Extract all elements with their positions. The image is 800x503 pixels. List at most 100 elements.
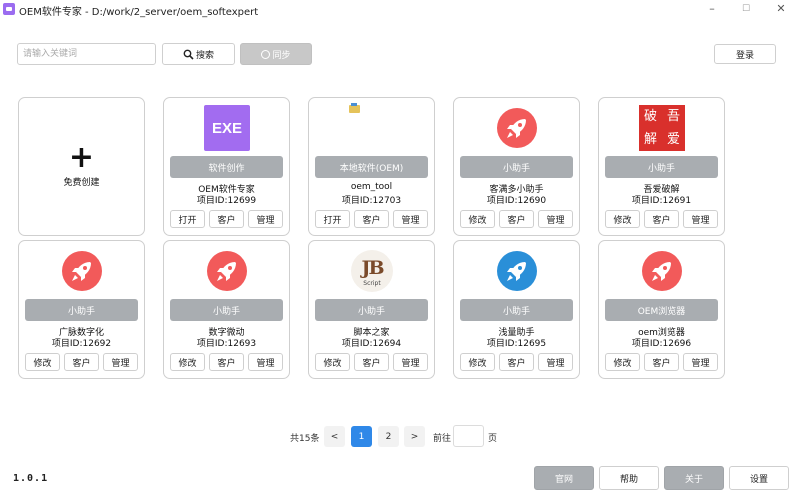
title-bar: OEM软件专家 - D:/work/2_server/oem_softexper… — [0, 0, 800, 20]
goto-page-input[interactable] — [453, 425, 484, 447]
plus-icon: + — [68, 140, 95, 175]
exe-icon-text: EXE — [204, 105, 250, 151]
project-name: oem_tool — [350, 182, 393, 192]
action-primary-button[interactable]: 修改 — [315, 353, 350, 371]
seal-char: 吾 — [666, 109, 680, 124]
project-card: 小助手 客满多小助手 项目ID:12690 修改 客户 管理 — [453, 97, 580, 236]
project-id: 项目ID:12694 — [341, 339, 402, 349]
rocket-icon — [638, 247, 686, 295]
jb-logo-subtext: Script — [363, 280, 381, 287]
manage-button[interactable]: 管理 — [393, 353, 428, 371]
create-card[interactable]: + 免费创建 — [18, 97, 145, 236]
help-button[interactable]: 帮助 — [599, 466, 659, 490]
category-button[interactable]: 小助手 — [170, 299, 283, 321]
action-primary-button[interactable]: 打开 — [170, 210, 205, 228]
client-button[interactable]: 客户 — [209, 353, 244, 371]
minimize-button[interactable]: – — [697, 0, 727, 20]
manage-button[interactable]: 管理 — [538, 210, 573, 228]
next-page-button[interactable]: > — [404, 426, 425, 447]
goto-label: 前往 — [433, 434, 452, 444]
window-title: OEM软件专家 - D:/work/2_server/oem_softexper… — [19, 7, 259, 18]
project-card: 小助手 浅量助手 项目ID:12695 修改 客户 管理 — [453, 240, 580, 379]
search-icon — [183, 49, 194, 60]
client-button[interactable]: 客户 — [499, 210, 534, 228]
seal-char: 破 — [643, 109, 657, 124]
seal-char: 爱 — [666, 132, 680, 147]
category-button[interactable]: OEM浏览器 — [605, 299, 718, 321]
project-id: 项目ID:12693 — [196, 339, 257, 349]
project-id: 项目ID:12696 — [631, 339, 692, 349]
sync-button[interactable]: 同步 — [240, 43, 312, 65]
rocket-icon — [493, 247, 541, 295]
project-id: 项目ID:12703 — [341, 196, 402, 206]
about-button[interactable]: 关于 — [664, 466, 724, 490]
manage-button[interactable]: 管理 — [683, 353, 718, 371]
category-button[interactable]: 小助手 — [315, 299, 428, 321]
action-primary-button[interactable]: 修改 — [170, 353, 205, 371]
project-card: 本地软件(OEM) oem_tool 项目ID:12703 打开 客户 管理 — [308, 97, 435, 236]
seal-char: 解 — [643, 132, 657, 147]
manage-button[interactable]: 管理 — [538, 353, 573, 371]
client-button[interactable]: 客户 — [354, 353, 389, 371]
project-card: 小助手 广脉数字化 项目ID:12692 修改 客户 管理 — [18, 240, 145, 379]
project-id: 项目ID:12695 — [486, 339, 547, 349]
version-label: 1.0.1 — [13, 473, 49, 484]
search-input[interactable] — [17, 43, 156, 65]
search-button-label: 搜索 — [195, 50, 214, 61]
create-label: 免费创建 — [63, 178, 100, 188]
folder-icon — [349, 103, 360, 113]
pagination-total: 共15条 — [290, 434, 320, 444]
project-id: 项目ID:12692 — [51, 339, 112, 349]
category-button[interactable]: 小助手 — [605, 156, 718, 178]
maximize-button[interactable]: ☐ — [731, 0, 761, 20]
search-button[interactable]: 搜索 — [162, 43, 235, 65]
manage-button[interactable]: 管理 — [393, 210, 428, 228]
client-button[interactable]: 客户 — [644, 353, 679, 371]
project-card: JB Script 小助手 脚本之家 项目ID:12694 修改 客户 管理 — [308, 240, 435, 379]
exe-icon: EXE — [203, 104, 251, 152]
project-id: 项目ID:12699 — [196, 196, 257, 206]
project-card: 小助手 数字微动 项目ID:12693 修改 客户 管理 — [163, 240, 290, 379]
manage-button[interactable]: 管理 — [683, 210, 718, 228]
jb-icon: JB Script — [348, 247, 396, 295]
action-primary-button[interactable]: 打开 — [315, 210, 350, 228]
seal-icon: 破吾解爱 — [638, 104, 686, 152]
rocket-icon — [58, 247, 106, 295]
sync-button-label: 同步 — [272, 50, 291, 61]
client-button[interactable]: 客户 — [354, 210, 389, 228]
client-button[interactable]: 客户 — [64, 353, 99, 371]
manage-button[interactable]: 管理 — [248, 210, 283, 228]
prev-page-button[interactable]: < — [324, 426, 345, 447]
category-button[interactable]: 软件创作 — [170, 156, 283, 178]
settings-button[interactable]: 设置 — [729, 466, 789, 490]
category-button[interactable]: 小助手 — [25, 299, 138, 321]
project-card: 破吾解爱小助手 吾爱破解项目ID:12691 修改 客户 管理 — [598, 97, 725, 236]
login-button[interactable]: 登录 — [714, 44, 776, 64]
category-button[interactable]: 本地软件(OEM) — [315, 156, 428, 178]
close-button[interactable]: ✕ — [766, 0, 796, 20]
client-button[interactable]: 客户 — [499, 353, 534, 371]
page-2-button[interactable]: 2 — [378, 426, 399, 447]
rocket-icon — [203, 247, 251, 295]
action-primary-button[interactable]: 修改 — [605, 353, 640, 371]
project-card: OEM浏览器 oem浏览器 项目ID:12696 修改 客户 管理 — [598, 240, 725, 379]
page-unit-label: 页 — [488, 434, 498, 444]
action-primary-button[interactable]: 修改 — [25, 353, 60, 371]
category-button[interactable]: 小助手 — [460, 156, 573, 178]
project-card: EXE 软件创作 OEM软件专家 项目ID:12699 打开 客户 管理 — [163, 97, 290, 236]
manage-button[interactable]: 管理 — [248, 353, 283, 371]
action-primary-button[interactable]: 修改 — [460, 353, 495, 371]
project-id: 项目ID:12691 — [631, 196, 692, 206]
sync-icon — [261, 49, 271, 59]
client-button[interactable]: 客户 — [644, 210, 679, 228]
project-id: 项目ID:12690 — [486, 196, 547, 206]
rocket-icon — [493, 104, 541, 152]
page-1-button[interactable]: 1 — [351, 426, 372, 447]
app-icon — [3, 3, 15, 15]
client-button[interactable]: 客户 — [209, 210, 244, 228]
website-button[interactable]: 官网 — [534, 466, 594, 490]
action-primary-button[interactable]: 修改 — [605, 210, 640, 228]
manage-button[interactable]: 管理 — [103, 353, 138, 371]
category-button[interactable]: 小助手 — [460, 299, 573, 321]
action-primary-button[interactable]: 修改 — [460, 210, 495, 228]
